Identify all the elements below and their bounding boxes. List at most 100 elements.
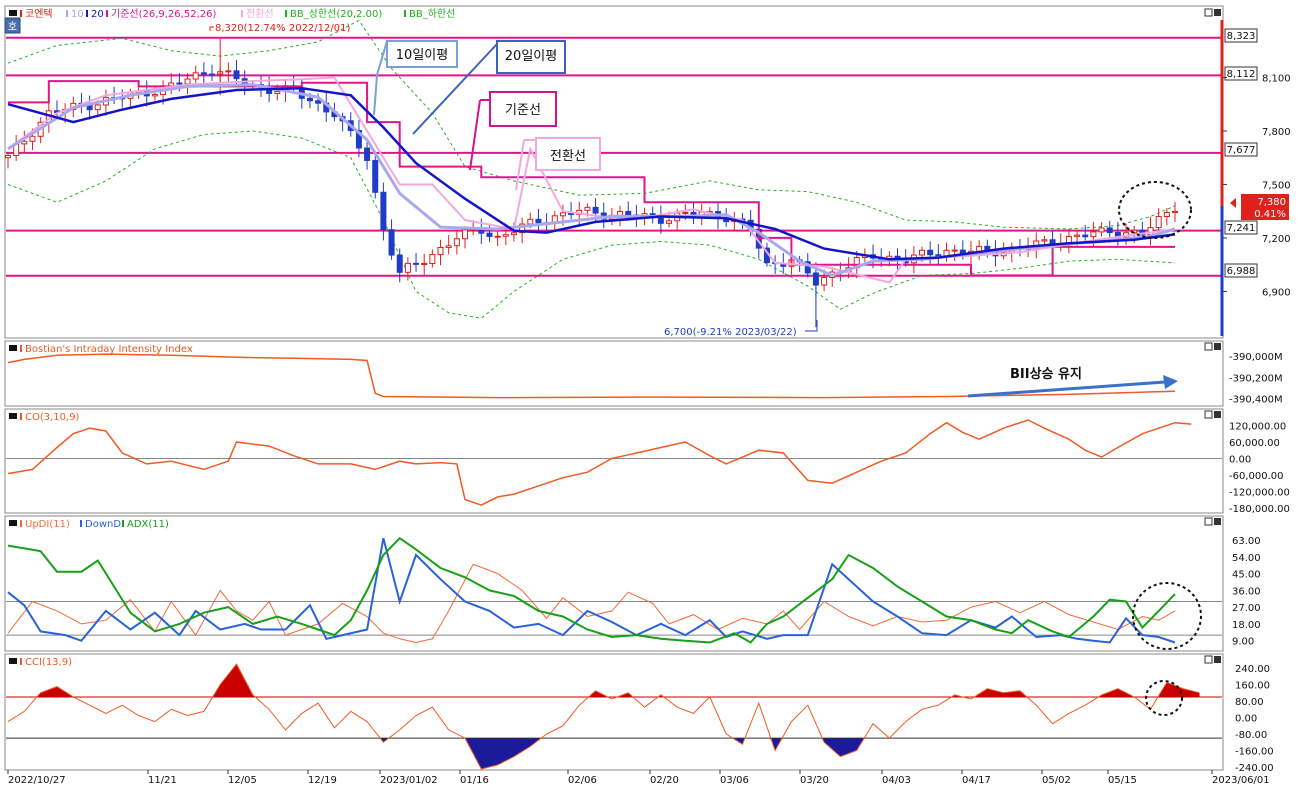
candle-body <box>584 206 591 211</box>
y-tick-label: 160.00 <box>1235 681 1270 692</box>
restore-icon[interactable] <box>1204 410 1213 419</box>
candle-body <box>372 159 379 193</box>
candle-body <box>192 72 199 80</box>
x-tick-label: 03/06 <box>720 775 749 786</box>
candle-body <box>625 210 632 216</box>
order-side-button[interactable]: 호 <box>4 17 21 34</box>
legend-downdi: DownDI <box>85 519 124 530</box>
legend-swatch-icon <box>285 10 287 17</box>
price-level-label: 6,988 <box>1227 266 1256 277</box>
x-tick-label: 01/16 <box>460 775 489 786</box>
ma10-annotation: 10일이평 <box>396 48 448 63</box>
price-level-label: 7,677 <box>1227 145 1256 156</box>
order-side-label[interactable]: 호 <box>8 21 17 33</box>
high-point-label: 8,320(12.74% 2022/12/01) <box>215 23 350 34</box>
x-tick-label: 2023/06/01 <box>1212 775 1270 786</box>
candle-body <box>1074 234 1081 237</box>
legend-toggle-icon[interactable] <box>9 10 17 16</box>
candle-body <box>1172 210 1178 213</box>
y-tick-label: -390,200M <box>1229 373 1283 384</box>
current-change: 0.41% <box>1254 209 1286 220</box>
x-tick-label: 04/17 <box>962 775 991 786</box>
x-tick-label: 12/05 <box>228 775 257 786</box>
legend-swatch-icon <box>404 10 406 17</box>
legend-ma10: 10 <box>71 9 84 20</box>
legend-swatch-icon <box>106 10 108 17</box>
y-tick-label: 18.00 <box>1232 620 1261 631</box>
legend-toggle-icon[interactable] <box>9 658 17 664</box>
candle-body <box>502 234 509 237</box>
legend-conv: 전환선 <box>246 8 274 20</box>
close-icon[interactable] <box>1214 343 1221 350</box>
legend-swatch-icon <box>86 10 88 17</box>
legend-co: CO(3,10,9) <box>25 412 80 423</box>
candle-body <box>1090 231 1097 238</box>
y-tick-label: 54.00 <box>1232 553 1261 564</box>
restore-icon[interactable] <box>1204 8 1213 17</box>
candle-body <box>21 140 28 145</box>
cci-panel-frame <box>4 653 1224 771</box>
legend-updi: UpDI(11) <box>25 519 70 530</box>
restore-icon[interactable] <box>1204 517 1213 526</box>
candle-body <box>951 249 958 252</box>
x-tick-label: 03/20 <box>800 775 829 786</box>
y-tick-label: -240.00 <box>1235 763 1274 774</box>
candle-body <box>682 211 689 214</box>
candle-body <box>429 254 436 264</box>
close-icon[interactable] <box>1214 518 1221 525</box>
candle-body <box>176 82 183 85</box>
close-icon[interactable] <box>1214 9 1221 16</box>
candle-body <box>510 232 517 236</box>
candle-body <box>445 245 452 248</box>
x-tick-label: 02/20 <box>650 775 679 786</box>
y-tick-label: 120,000.00 <box>1229 421 1286 432</box>
conv-annotation: 전환선 <box>550 149 586 164</box>
x-tick-label: 11/21 <box>148 775 177 786</box>
candle-body <box>919 249 926 256</box>
chart-canvas: 호 코엔텍 10 20 기준선(26,9,26,52,26) 전환선 BB_상한… <box>4 5 1291 786</box>
legend-toggle-icon[interactable] <box>9 413 17 419</box>
close-icon[interactable] <box>1214 411 1221 418</box>
panel-frames <box>4 5 1224 771</box>
candle-body <box>1098 227 1105 233</box>
candle-body <box>421 262 428 265</box>
candle-body <box>5 154 11 159</box>
candle-body <box>1041 239 1048 242</box>
legend-adx: ADX(11) <box>127 519 169 530</box>
y-tick-label: 7,200 <box>1262 234 1291 245</box>
candle-body <box>233 70 240 80</box>
candle-body <box>527 218 534 225</box>
price-level-label: 8,112 <box>1227 69 1256 80</box>
legend-swatch-icon <box>20 10 22 17</box>
legend-toggle-icon[interactable] <box>9 345 17 351</box>
close-icon[interactable] <box>1214 656 1221 663</box>
y-tick-label: 60,000.00 <box>1229 438 1280 449</box>
legend-swatch-icon <box>20 658 22 665</box>
legend-swatch-icon <box>66 10 68 17</box>
candle-body <box>29 135 36 142</box>
price-level-label: 8,323 <box>1227 31 1256 42</box>
legend-toggle-icon[interactable] <box>9 520 17 526</box>
y-tick-label: 7,500 <box>1262 180 1291 191</box>
y-tick-label: -390,400M <box>1229 395 1283 406</box>
y-tick-label: -80.00 <box>1235 730 1267 741</box>
candle-body <box>1163 211 1170 218</box>
restore-icon[interactable] <box>1204 342 1213 351</box>
x-tick-label: 05/02 <box>1042 775 1071 786</box>
low-point-label: 6,700(-9.21% 2023/03/22) <box>664 327 797 338</box>
base-annotation: 기준선 <box>505 103 541 118</box>
current-price-pointer-icon <box>1230 198 1236 208</box>
candle-body <box>592 206 599 214</box>
candle-body <box>462 229 469 240</box>
y-tick-label: -60,000.00 <box>1229 471 1284 482</box>
legend-stock: 코엔텍 <box>25 8 53 20</box>
candle-body <box>617 210 624 216</box>
x-tick-label: 04/03 <box>882 775 911 786</box>
price-panel-frame <box>4 5 1224 339</box>
legend-ma20: 20 <box>91 9 104 20</box>
candle-body <box>94 104 101 111</box>
bii-annotation: BII상승 유지 <box>1010 367 1082 382</box>
candle-body <box>404 262 411 273</box>
candle-body <box>535 218 542 224</box>
restore-icon[interactable] <box>1204 655 1213 664</box>
